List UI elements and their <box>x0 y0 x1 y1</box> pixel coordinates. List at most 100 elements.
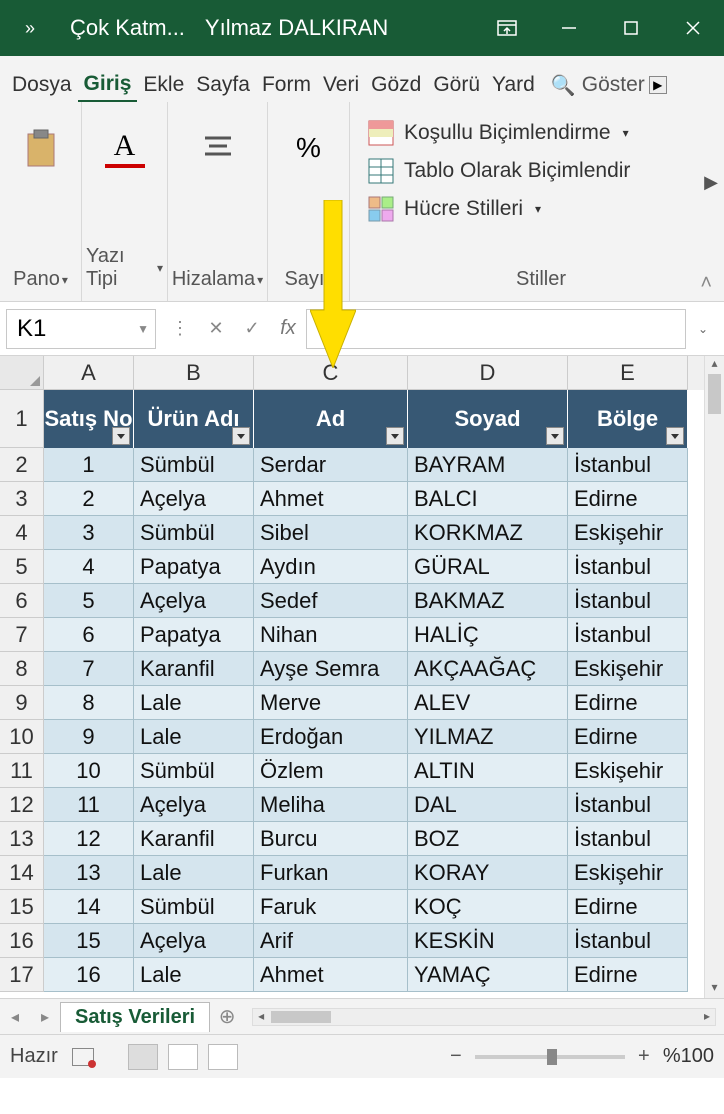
cell[interactable]: Edirne <box>568 720 688 754</box>
tab-home[interactable]: Giriş <box>78 68 138 102</box>
row-header[interactable]: 9 <box>0 686 44 720</box>
cell[interactable]: Furkan <box>254 856 408 890</box>
row-header[interactable]: 4 <box>0 516 44 550</box>
cell[interactable]: Ahmet <box>254 482 408 516</box>
cell[interactable]: Edirne <box>568 890 688 924</box>
cancel-formula-button[interactable]: ✕ <box>198 309 234 349</box>
cell[interactable]: 5 <box>44 584 134 618</box>
cell[interactable]: Eskişehir <box>568 754 688 788</box>
table-header-cell[interactable]: Ad <box>254 390 408 448</box>
cell[interactable]: Burcu <box>254 822 408 856</box>
maximize-button[interactable] <box>600 0 662 56</box>
cell[interactable]: 6 <box>44 618 134 652</box>
tab-page[interactable]: Sayfa <box>190 69 256 101</box>
cell[interactable]: BALCI <box>408 482 568 516</box>
cell[interactable]: 16 <box>44 958 134 992</box>
cell[interactable]: İstanbul <box>568 550 688 584</box>
chevron-down-icon[interactable]: ▾ <box>157 261 163 275</box>
cell[interactable]: Eskişehir <box>568 652 688 686</box>
row-header[interactable]: 2 <box>0 448 44 482</box>
formula-history-button[interactable]: ⋮ <box>162 309 198 349</box>
cell[interactable]: Karanfil <box>134 652 254 686</box>
filter-button[interactable] <box>232 427 250 445</box>
cell[interactable]: Edirne <box>568 958 688 992</box>
cell[interactable]: Aydın <box>254 550 408 584</box>
row-header[interactable]: 16 <box>0 924 44 958</box>
cell[interactable]: BOZ <box>408 822 568 856</box>
expand-formula-bar-button[interactable]: ⌄ <box>698 322 716 336</box>
cell[interactable]: YILMAZ <box>408 720 568 754</box>
cell[interactable]: Lale <box>134 686 254 720</box>
cell[interactable]: 8 <box>44 686 134 720</box>
vertical-scrollbar[interactable]: ▴ ▾ <box>704 356 724 998</box>
cell[interactable]: Eskişehir <box>568 516 688 550</box>
cell[interactable]: Lale <box>134 720 254 754</box>
row-header[interactable]: 5 <box>0 550 44 584</box>
scroll-thumb[interactable] <box>708 374 721 414</box>
tab-help[interactable]: Yard <box>486 69 541 101</box>
row-header[interactable]: 13 <box>0 822 44 856</box>
chevron-down-icon[interactable]: ▾ <box>257 273 263 287</box>
table-header-cell[interactable]: Satış No <box>44 390 134 448</box>
cell[interactable]: İstanbul <box>568 448 688 482</box>
cell[interactable]: 3 <box>44 516 134 550</box>
cell[interactable]: İstanbul <box>568 618 688 652</box>
cell[interactable]: Karanfil <box>134 822 254 856</box>
sheet-nav-next[interactable]: ▸ <box>30 1007 60 1027</box>
row-header[interactable]: 10 <box>0 720 44 754</box>
column-header-b[interactable]: B <box>134 356 254 390</box>
cell[interactable]: BAYRAM <box>408 448 568 482</box>
cell[interactable]: Sibel <box>254 516 408 550</box>
cell[interactable]: Erdoğan <box>254 720 408 754</box>
row-header[interactable]: 17 <box>0 958 44 992</box>
chevron-down-icon[interactable]: ▼ <box>137 322 149 336</box>
cell[interactable]: Nihan <box>254 618 408 652</box>
cell[interactable]: KOÇ <box>408 890 568 924</box>
filter-button[interactable] <box>666 427 684 445</box>
tabs-overflow-button[interactable]: ▶ <box>649 76 667 94</box>
cell[interactable]: Sümbül <box>134 890 254 924</box>
cell[interactable]: 12 <box>44 822 134 856</box>
view-page-break-button[interactable] <box>208 1044 238 1070</box>
cell[interactable]: İstanbul <box>568 584 688 618</box>
cell[interactable]: Açelya <box>134 482 254 516</box>
row-header[interactable]: 7 <box>0 618 44 652</box>
format-as-table-button[interactable]: Tablo Olarak Biçimlendir <box>368 152 714 190</box>
zoom-slider[interactable] <box>475 1055 625 1059</box>
row-header[interactable]: 12 <box>0 788 44 822</box>
table-header-cell[interactable]: Bölge <box>568 390 688 448</box>
zoom-in-button[interactable]: + <box>635 1045 653 1068</box>
column-header-e[interactable]: E <box>568 356 688 390</box>
cell[interactable]: Açelya <box>134 584 254 618</box>
filter-button[interactable] <box>112 427 130 445</box>
tab-file[interactable]: Dosya <box>6 69 78 101</box>
cell[interactable]: Açelya <box>134 788 254 822</box>
cell[interactable]: 10 <box>44 754 134 788</box>
cell[interactable]: ALEV <box>408 686 568 720</box>
scroll-up-button[interactable]: ▴ <box>705 356 724 374</box>
cell-styles-button[interactable]: Hücre Stilleri▾ <box>368 190 714 228</box>
collapse-ribbon-button[interactable]: ˄ <box>700 272 712 295</box>
cell[interactable]: 13 <box>44 856 134 890</box>
zoom-percent-label[interactable]: %100 <box>663 1045 714 1068</box>
tab-insert[interactable]: Ekle <box>137 69 190 101</box>
cell[interactable]: 14 <box>44 890 134 924</box>
cell[interactable]: Sümbül <box>134 516 254 550</box>
cell[interactable]: 15 <box>44 924 134 958</box>
cell[interactable]: 1 <box>44 448 134 482</box>
row-header[interactable]: 11 <box>0 754 44 788</box>
cell[interactable]: GÜRAL <box>408 550 568 584</box>
cell[interactable]: KESKİN <box>408 924 568 958</box>
column-header-c[interactable]: C <box>254 356 408 390</box>
tab-formulas[interactable]: Form <box>256 69 317 101</box>
view-page-layout-button[interactable] <box>168 1044 198 1070</box>
cell[interactable]: 11 <box>44 788 134 822</box>
insert-function-button[interactable]: fx <box>270 309 306 349</box>
row-header[interactable]: 15 <box>0 890 44 924</box>
name-box[interactable]: K1 ▼ <box>6 309 156 349</box>
select-all-button[interactable] <box>0 356 44 390</box>
cell[interactable]: Açelya <box>134 924 254 958</box>
row-header[interactable]: 3 <box>0 482 44 516</box>
cell[interactable]: KORAY <box>408 856 568 890</box>
cell[interactable]: 4 <box>44 550 134 584</box>
